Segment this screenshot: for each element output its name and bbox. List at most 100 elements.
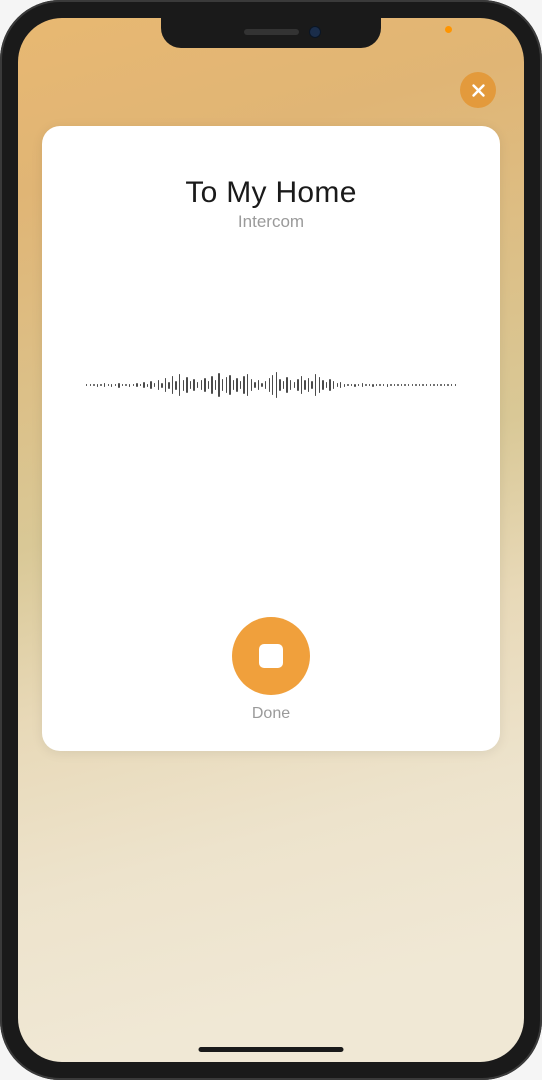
waveform-bar bbox=[143, 382, 144, 388]
waveform-bar bbox=[319, 377, 320, 393]
waveform-bar bbox=[369, 384, 370, 386]
waveform-bar bbox=[161, 383, 162, 388]
waveform-bar bbox=[247, 374, 248, 396]
card-subtitle: Intercom bbox=[238, 212, 304, 232]
speaker-grille bbox=[244, 29, 299, 35]
home-indicator[interactable] bbox=[199, 1047, 344, 1052]
front-camera bbox=[309, 26, 321, 38]
waveform-bar bbox=[154, 383, 155, 387]
waveform-bar bbox=[190, 381, 191, 389]
waveform-bar bbox=[419, 384, 420, 386]
waveform-bar bbox=[397, 384, 398, 386]
waveform-bar bbox=[294, 382, 295, 388]
waveform-bar bbox=[265, 381, 266, 389]
waveform-bar bbox=[372, 384, 373, 387]
waveform-bar bbox=[444, 384, 445, 386]
waveform-bar bbox=[158, 380, 159, 390]
waveform-bar bbox=[344, 384, 345, 387]
waveform-bar bbox=[125, 384, 126, 386]
waveform-bar bbox=[251, 379, 252, 391]
microphone-indicator-dot bbox=[445, 26, 452, 33]
waveform-bar bbox=[426, 384, 427, 386]
waveform-bar bbox=[394, 384, 395, 386]
waveform-bar bbox=[111, 384, 112, 387]
waveform-bar bbox=[236, 378, 237, 392]
waveform-bar bbox=[136, 383, 137, 387]
waveform-bar bbox=[222, 379, 223, 391]
waveform-bar bbox=[215, 380, 216, 390]
waveform-bar bbox=[290, 380, 291, 390]
waveform-bar bbox=[362, 383, 363, 387]
waveform-bar bbox=[129, 384, 130, 387]
waveform-bar bbox=[315, 374, 316, 396]
waveform-bar bbox=[326, 382, 327, 388]
waveform-bar bbox=[97, 384, 98, 387]
waveform-bar bbox=[272, 375, 273, 395]
audio-waveform bbox=[62, 350, 480, 420]
waveform-bar bbox=[240, 381, 241, 389]
waveform-bar bbox=[197, 382, 198, 388]
waveform-bar bbox=[433, 384, 434, 386]
waveform-bar bbox=[201, 380, 202, 390]
waveform-bar bbox=[204, 378, 205, 392]
waveform-bar bbox=[322, 380, 323, 390]
waveform-bar bbox=[269, 378, 270, 392]
waveform-bar bbox=[408, 384, 409, 386]
waveform-bar bbox=[422, 384, 423, 386]
waveform-bar bbox=[150, 381, 151, 389]
waveform-bar bbox=[297, 379, 298, 391]
waveform-bar bbox=[108, 384, 109, 386]
stop-icon bbox=[259, 644, 283, 668]
notch bbox=[161, 18, 381, 48]
waveform-bar bbox=[100, 384, 101, 386]
waveform-bar bbox=[365, 384, 366, 386]
waveform-bar bbox=[401, 384, 402, 386]
waveform-bar bbox=[258, 380, 259, 390]
waveform-bar bbox=[447, 384, 448, 386]
waveform-bar bbox=[308, 378, 309, 392]
waveform-bar bbox=[286, 377, 287, 393]
close-button[interactable] bbox=[460, 72, 496, 108]
waveform-bar bbox=[354, 384, 355, 387]
card-title: To My Home bbox=[185, 176, 356, 210]
waveform-bar bbox=[329, 379, 330, 391]
intercom-card: To My Home Intercom Done bbox=[42, 126, 500, 751]
waveform-bar bbox=[404, 384, 405, 386]
waveform-bar bbox=[93, 384, 94, 386]
waveform-bar bbox=[133, 384, 134, 386]
waveform-bar bbox=[340, 382, 341, 388]
waveform-bar bbox=[333, 381, 334, 389]
waveform-bar bbox=[283, 381, 284, 389]
waveform-bar bbox=[172, 376, 173, 394]
waveform-bar bbox=[376, 384, 377, 386]
waveform-bar bbox=[383, 384, 384, 386]
waveform-bar bbox=[430, 384, 431, 386]
stop-record-button[interactable] bbox=[232, 617, 310, 695]
waveform-bar bbox=[165, 378, 166, 392]
record-zone: Done bbox=[232, 617, 310, 723]
waveform-bar bbox=[179, 374, 180, 396]
waveform-bar bbox=[304, 380, 305, 390]
waveform-bar bbox=[451, 384, 452, 386]
waveform-bar bbox=[415, 384, 416, 386]
waveform-bar bbox=[186, 377, 187, 393]
waveform-bar bbox=[358, 384, 359, 386]
waveform-bar bbox=[311, 381, 312, 389]
waveform-bar bbox=[279, 379, 280, 391]
phone-frame: To My Home Intercom Done bbox=[0, 0, 542, 1080]
waveform-bar bbox=[440, 384, 441, 386]
waveform-bar bbox=[455, 384, 456, 386]
done-label: Done bbox=[252, 705, 290, 723]
waveform-bar bbox=[229, 375, 230, 395]
waveform-bar bbox=[226, 377, 227, 393]
waveform-bar bbox=[122, 384, 123, 386]
waveform-bar bbox=[337, 383, 338, 387]
waveform-bar bbox=[412, 384, 413, 386]
waveform-bar bbox=[379, 384, 380, 386]
waveform-bar bbox=[147, 384, 148, 387]
waveform-bar bbox=[254, 382, 255, 388]
waveform-bar bbox=[218, 373, 219, 397]
waveform-bar bbox=[175, 381, 176, 390]
waveform-bar bbox=[118, 383, 119, 388]
waveform-bar bbox=[301, 376, 302, 394]
